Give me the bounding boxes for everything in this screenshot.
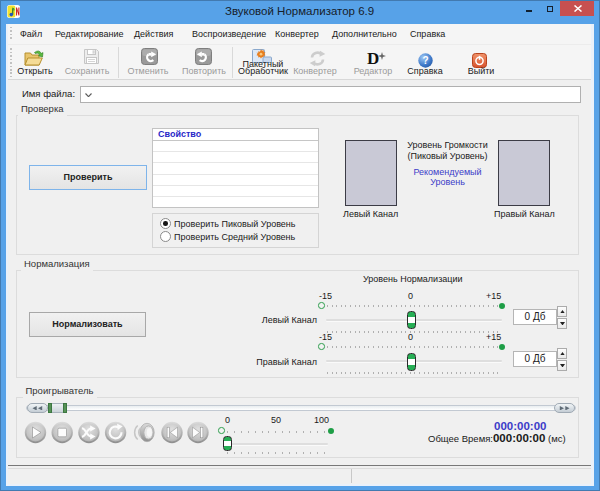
- svg-text:?: ?: [422, 55, 428, 66]
